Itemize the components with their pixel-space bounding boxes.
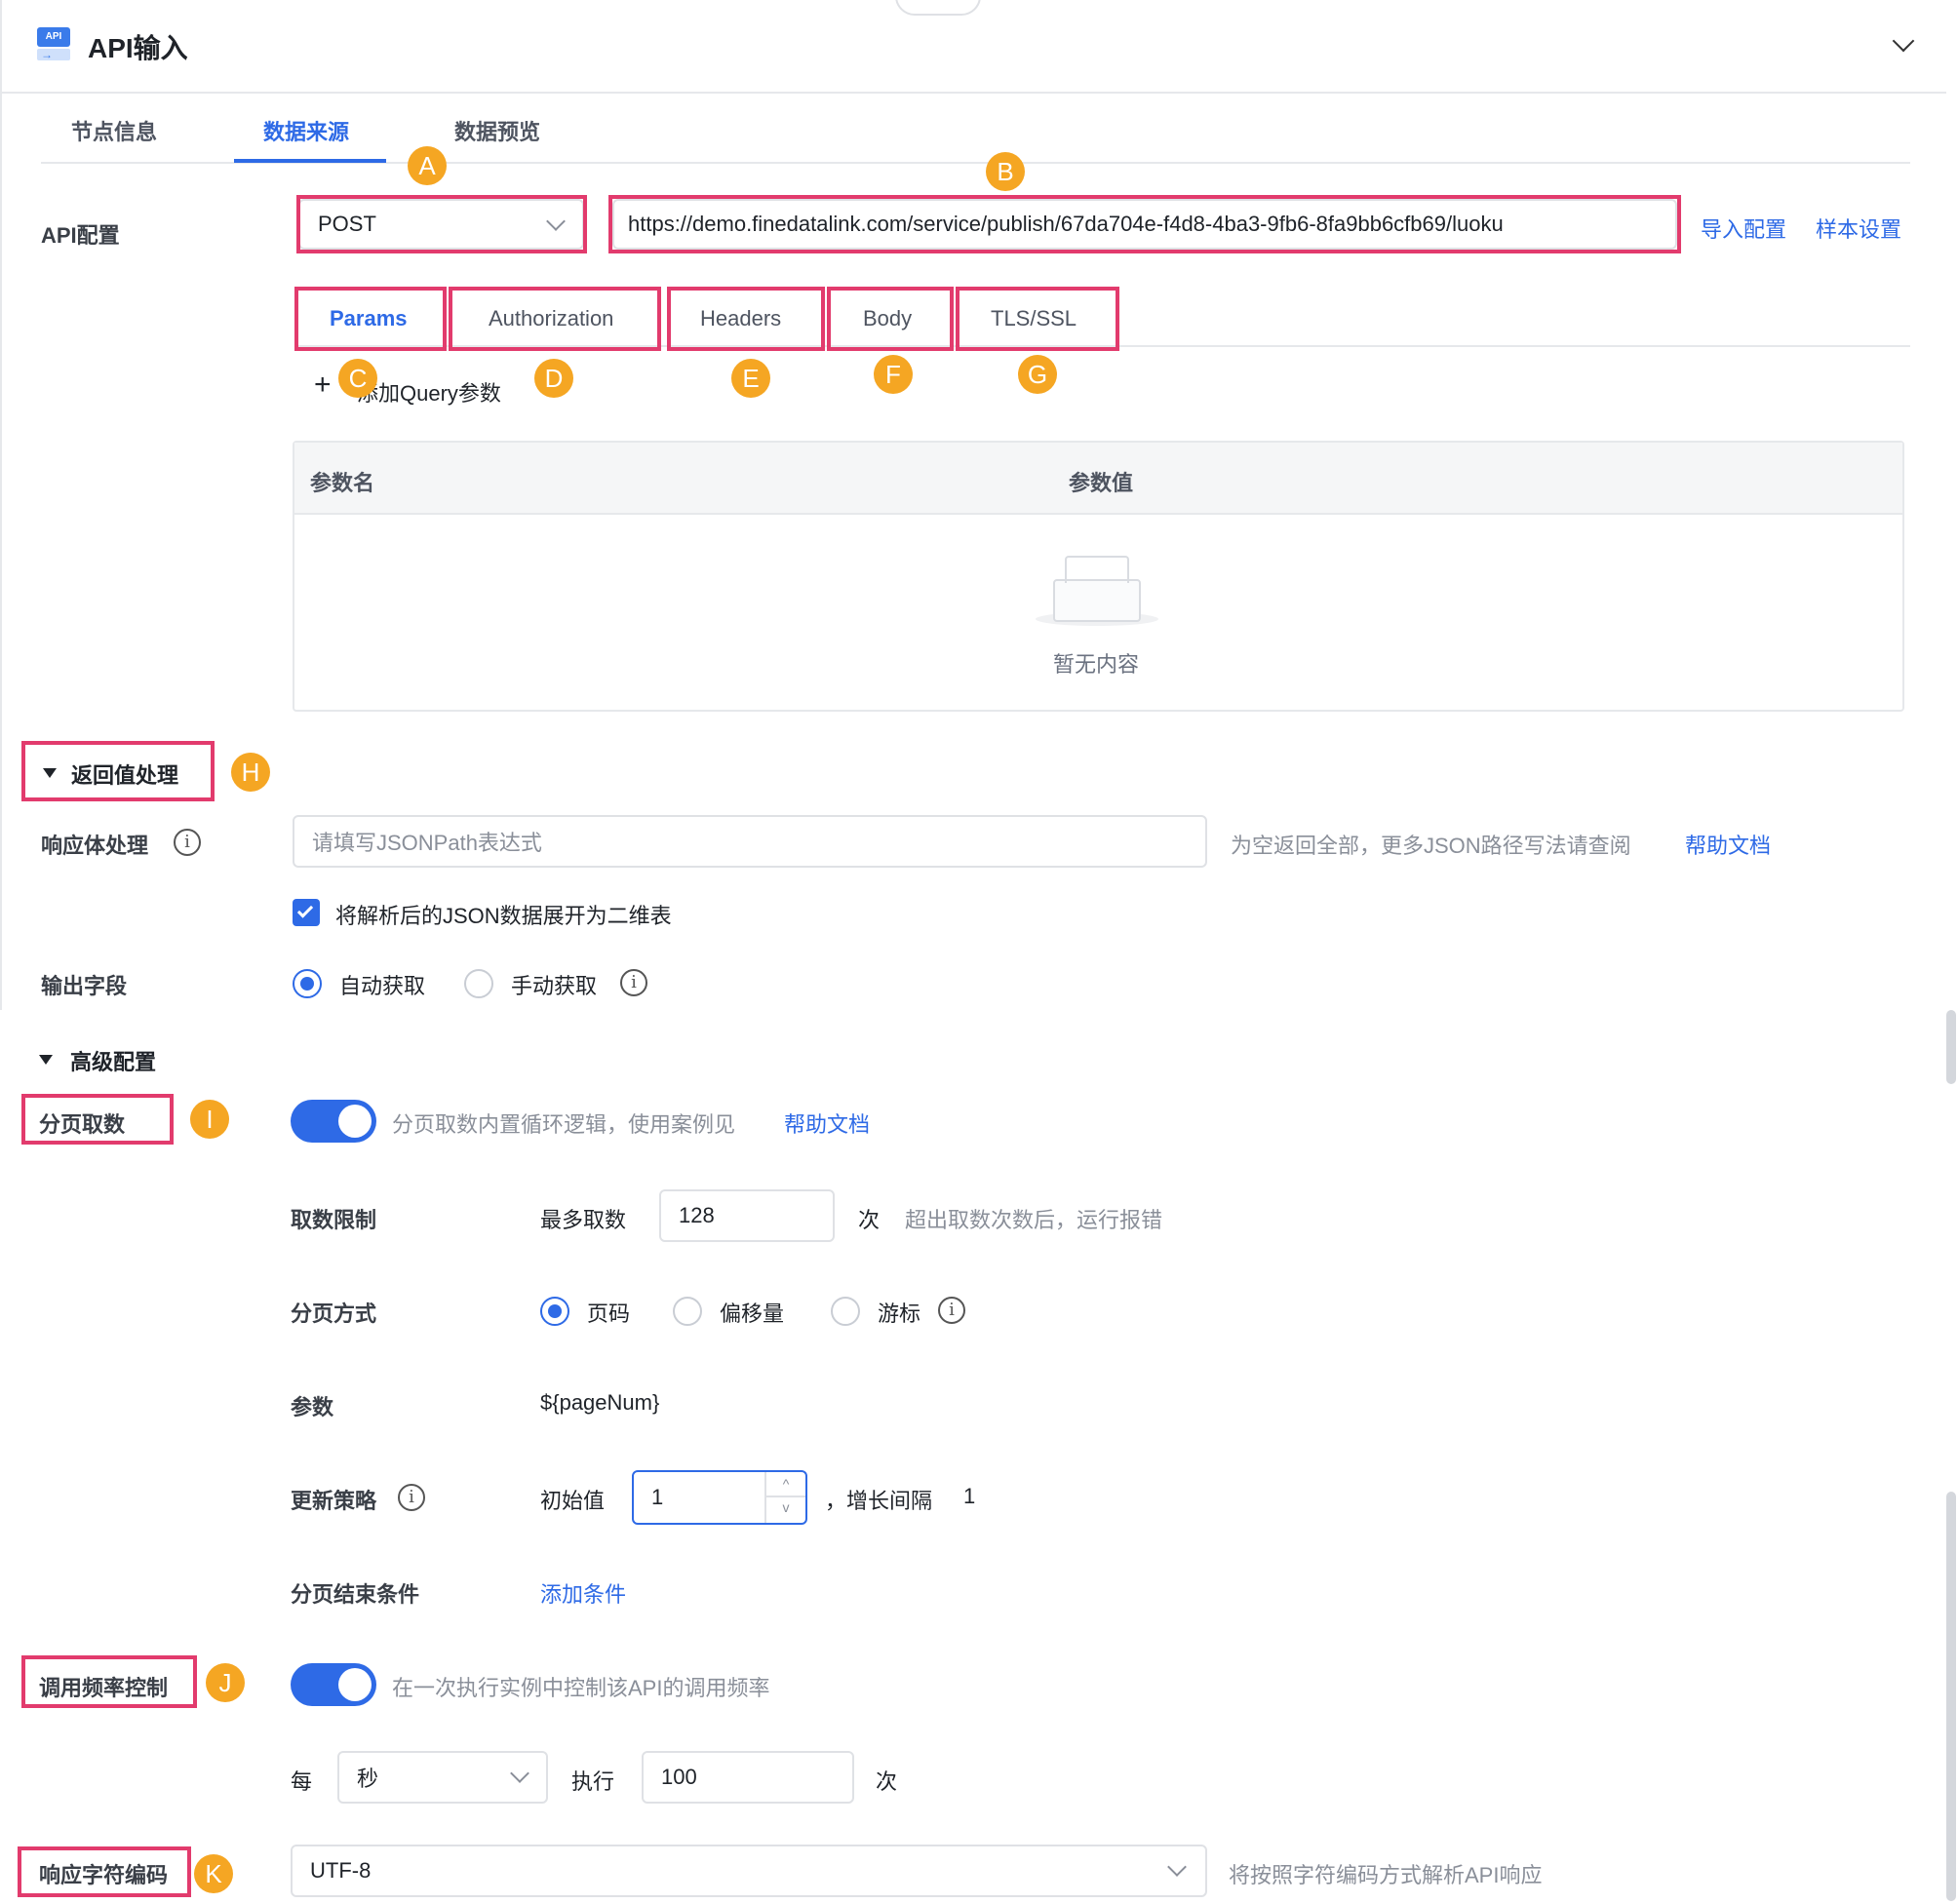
marker-j: J bbox=[206, 1663, 245, 1702]
times-unit: 次 bbox=[858, 1208, 881, 1232]
annotation-box-rate bbox=[21, 1655, 197, 1708]
marker-d: D bbox=[534, 359, 573, 398]
sample-settings-link[interactable]: 样本设置 bbox=[1816, 213, 1901, 244]
marker-i: I bbox=[190, 1100, 229, 1139]
marker-k: K bbox=[194, 1854, 233, 1893]
tab-data-source[interactable]: 数据来源 bbox=[263, 115, 349, 146]
param-value: ${pageNum} bbox=[540, 1390, 660, 1415]
marker-e: E bbox=[731, 359, 770, 398]
response-hint: 为空返回全部，更多JSON路径写法请查阅 bbox=[1231, 834, 1631, 858]
section-left-border bbox=[0, 94, 2, 1010]
advanced-section-title[interactable]: 高级配置 bbox=[70, 1045, 156, 1076]
info-icon[interactable]: i bbox=[620, 969, 647, 996]
charset-select[interactable]: UTF-8 bbox=[291, 1845, 1207, 1897]
paging-hint: 分页取数内置循环逻辑，使用案例见 bbox=[392, 1112, 736, 1137]
annotation-box-authorization bbox=[449, 287, 661, 351]
api-icon: API → bbox=[37, 27, 70, 62]
max-label: 最多取数 bbox=[540, 1208, 627, 1232]
limit-label: 取数限制 bbox=[291, 1208, 377, 1232]
annotation-box-headers bbox=[667, 287, 825, 351]
update-strategy-label: 更新策略 bbox=[291, 1489, 377, 1513]
annotation-box-params bbox=[294, 287, 447, 351]
marker-c: C bbox=[338, 359, 377, 398]
col-param-name: 参数名 bbox=[310, 471, 375, 495]
init-value-stepper[interactable]: 1 ^ v bbox=[632, 1470, 807, 1525]
manual-radio[interactable] bbox=[464, 969, 493, 998]
mode-page-label: 页码 bbox=[587, 1302, 631, 1326]
max-fetch-input[interactable]: 128 bbox=[659, 1189, 835, 1242]
mode-offset-label: 偏移量 bbox=[720, 1302, 785, 1326]
marker-g: G bbox=[1018, 355, 1057, 394]
marker-f: F bbox=[874, 355, 913, 394]
auto-label: 自动获取 bbox=[339, 974, 426, 998]
end-condition-label: 分页结束条件 bbox=[291, 1582, 420, 1607]
col-param-value: 参数值 bbox=[1069, 471, 1134, 495]
add-condition-link[interactable]: 添加条件 bbox=[540, 1577, 626, 1609]
marker-h: H bbox=[231, 753, 270, 792]
exec-count-input[interactable]: 100 bbox=[642, 1751, 854, 1804]
mode-cursor-label: 游标 bbox=[878, 1302, 921, 1326]
paging-mode-label: 分页方式 bbox=[291, 1302, 377, 1326]
params-table: 参数名 参数值 暂无内容 bbox=[293, 441, 1904, 712]
step-label: ，增长间隔 bbox=[825, 1489, 933, 1513]
add-query-param-button[interactable]: 添加Query参数 bbox=[357, 376, 501, 408]
chevron-down-icon bbox=[1167, 1857, 1187, 1877]
import-config-link[interactable]: 导入配置 bbox=[1701, 213, 1786, 244]
page-title: API输入 bbox=[88, 33, 188, 63]
plus-icon[interactable]: + bbox=[314, 370, 332, 400]
scrollbar-thumb-lower[interactable] bbox=[1946, 1492, 1956, 1901]
stepper-down-icon[interactable]: v bbox=[766, 1497, 805, 1523]
flatten-label: 将解析后的JSON数据展开为二维表 bbox=[335, 904, 672, 928]
annotation-box-body bbox=[827, 287, 954, 351]
per-label: 每 bbox=[291, 1769, 313, 1794]
mode-page-radio[interactable] bbox=[540, 1297, 569, 1326]
param-label: 参数 bbox=[291, 1395, 334, 1419]
info-icon[interactable]: i bbox=[398, 1484, 425, 1511]
flatten-checkbox[interactable] bbox=[293, 899, 320, 926]
mode-cursor-radio[interactable] bbox=[831, 1297, 860, 1326]
marker-b: B bbox=[986, 152, 1025, 191]
tab-node-info[interactable]: 节点信息 bbox=[71, 115, 157, 146]
paging-help-link[interactable]: 帮助文档 bbox=[784, 1107, 870, 1139]
rate-toggle[interactable] bbox=[291, 1663, 376, 1706]
auto-radio[interactable] bbox=[293, 969, 322, 998]
info-icon[interactable]: i bbox=[174, 829, 201, 856]
mode-offset-radio[interactable] bbox=[673, 1297, 702, 1326]
jsonpath-input[interactable]: 请填写JSONPath表达式 bbox=[293, 815, 1207, 868]
empty-text: 暂无内容 bbox=[1053, 652, 1140, 677]
response-help-link[interactable]: 帮助文档 bbox=[1685, 829, 1771, 860]
stepper-up-icon[interactable]: ^ bbox=[766, 1472, 805, 1497]
rate-hint: 在一次执行实例中控制该API的调用频率 bbox=[392, 1676, 770, 1700]
limit-hint: 超出取数次数后，运行报错 bbox=[905, 1208, 1163, 1232]
empty-inbox-icon bbox=[1036, 550, 1158, 628]
init-label: 初始值 bbox=[540, 1489, 606, 1513]
step-value: 1 bbox=[963, 1484, 976, 1508]
caret-down-icon[interactable] bbox=[39, 1055, 53, 1065]
marker-a: A bbox=[408, 146, 447, 185]
annotation-box-tls bbox=[956, 287, 1119, 351]
annotation-box-paging bbox=[21, 1094, 174, 1145]
tab-data-preview[interactable]: 数据预览 bbox=[454, 115, 540, 146]
active-tab-underline bbox=[234, 159, 386, 163]
exec-unit: 次 bbox=[876, 1769, 898, 1794]
paging-toggle[interactable] bbox=[291, 1100, 376, 1143]
response-body-label: 响应体处理 bbox=[41, 834, 149, 858]
api-config-label: API配置 bbox=[41, 223, 120, 248]
scrollbar-thumb[interactable] bbox=[1946, 1010, 1956, 1084]
chevron-down-icon bbox=[510, 1764, 529, 1783]
annotation-box-method bbox=[296, 195, 587, 253]
annotation-box-return bbox=[21, 741, 215, 801]
per-unit-select[interactable]: 秒 bbox=[337, 1751, 548, 1804]
exec-label: 执行 bbox=[571, 1769, 615, 1794]
annotation-box-url bbox=[608, 195, 1681, 253]
info-icon[interactable]: i bbox=[938, 1297, 965, 1324]
charset-hint: 将按照字符编码方式解析API响应 bbox=[1229, 1863, 1543, 1887]
output-field-label: 输出字段 bbox=[41, 974, 128, 998]
annotation-box-charset bbox=[18, 1846, 191, 1897]
manual-label: 手动获取 bbox=[511, 974, 598, 998]
header-bar bbox=[0, 0, 1946, 94]
